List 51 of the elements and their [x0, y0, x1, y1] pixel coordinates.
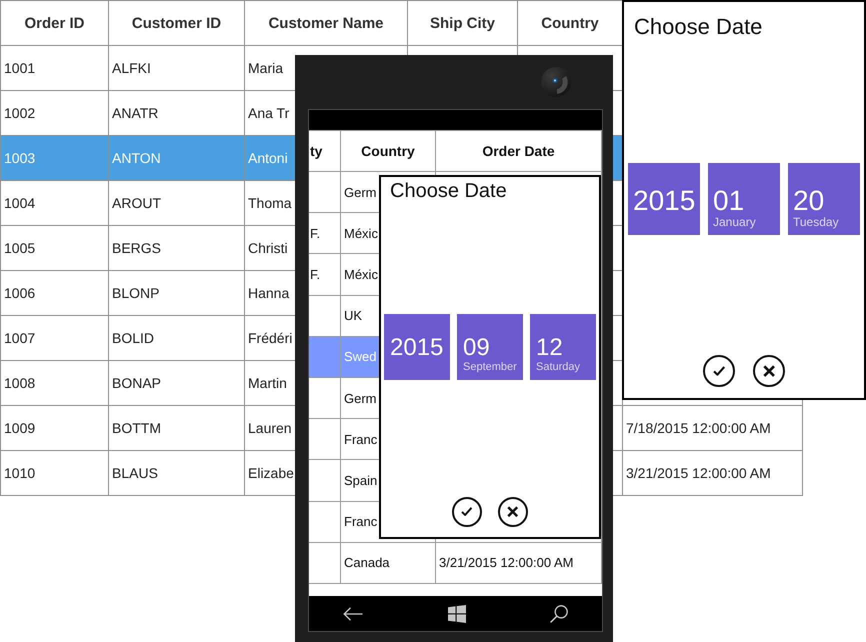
check-icon	[712, 364, 726, 378]
check-icon	[461, 506, 473, 518]
table-cell: BOTTM	[109, 406, 245, 451]
column-header[interactable]: Ship City	[408, 1, 518, 46]
month-tile[interactable]: 01 January	[708, 163, 780, 236]
table-cell: 1004	[1, 181, 109, 226]
close-icon	[762, 364, 776, 378]
table-cell: F.	[309, 254, 341, 296]
column-header[interactable]: Order ID	[1, 1, 109, 46]
table-cell: 3/21/2015 12:00:00 AM	[436, 542, 602, 584]
day-tile[interactable]: 12 Saturday	[530, 314, 596, 380]
day-tile[interactable]: 20 Tuesday	[788, 163, 860, 236]
column-header[interactable]: Country	[341, 131, 436, 172]
column-header[interactable]: ty	[309, 131, 341, 172]
column-header[interactable]: Customer ID	[109, 1, 245, 46]
table-cell: Canada	[341, 542, 436, 584]
table-cell: BLONP	[109, 271, 245, 316]
table-cell: ANTON	[109, 136, 245, 181]
table-cell: BLAUS	[109, 451, 245, 496]
camera-icon	[541, 67, 571, 97]
table-cell: 1003	[1, 136, 109, 181]
close-icon	[507, 506, 519, 518]
table-cell: 1008	[1, 361, 109, 406]
table-cell: F.	[309, 213, 341, 254]
year-tile[interactable]: 2015	[628, 163, 700, 236]
back-arrow-icon[interactable]	[343, 606, 363, 620]
table-cell: 1005	[1, 226, 109, 271]
ok-button[interactable]	[452, 497, 482, 527]
cancel-button[interactable]	[753, 355, 785, 387]
table-cell: 1007	[1, 316, 109, 361]
table-cell: BERGS	[109, 226, 245, 271]
column-header[interactable]: Order Date	[436, 131, 602, 172]
table-row[interactable]: Canada 3/21/2015 12:00:00 AM	[309, 542, 602, 584]
table-cell: BOLID	[109, 316, 245, 361]
table-cell: 1009	[1, 406, 109, 451]
dialog-title: Choose Date	[633, 14, 762, 40]
table-cell: 3/21/2015 12:00:00 AM	[623, 451, 803, 496]
search-icon[interactable]	[550, 604, 568, 622]
year-tile[interactable]: 2015	[384, 314, 450, 380]
table-cell: ALFKI	[109, 46, 245, 91]
month-tile[interactable]: 09 September	[457, 314, 523, 380]
table-cell: 7/18/2015 12:00:00 AM	[623, 406, 803, 451]
table-cell: 1010	[1, 451, 109, 496]
ok-button[interactable]	[703, 355, 735, 387]
cancel-button[interactable]	[498, 497, 528, 527]
column-header[interactable]: Customer Name	[245, 1, 408, 46]
table-cell: 1006	[1, 271, 109, 316]
table-cell: AROUT	[109, 181, 245, 226]
table-cell: 1001	[1, 46, 109, 91]
table-cell: BONAP	[109, 361, 245, 406]
tiles-icon[interactable]	[448, 604, 466, 622]
